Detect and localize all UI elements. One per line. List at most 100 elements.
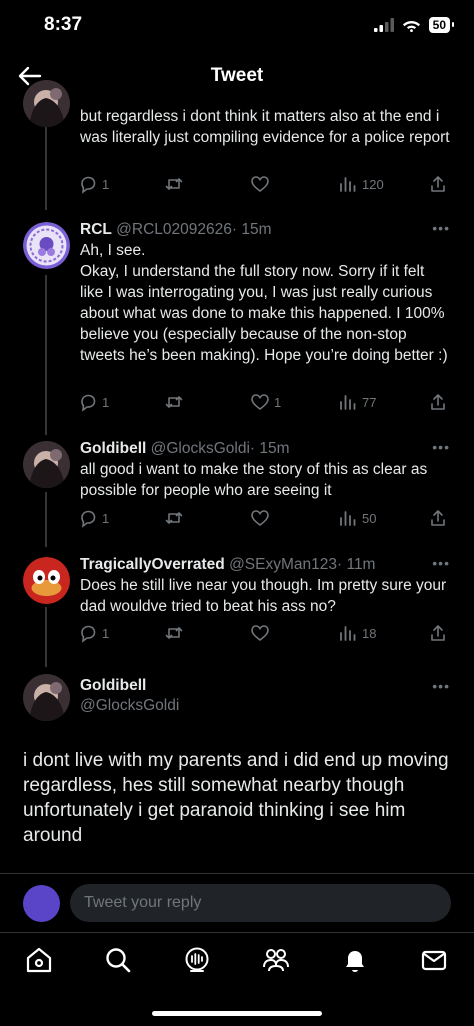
- heart-icon: [251, 176, 269, 193]
- reply-count: 1: [102, 394, 110, 410]
- views-button[interactable]: 18: [338, 623, 376, 643]
- tweet-time: · 15m: [249, 440, 290, 457]
- tweet-actions: 1 120: [78, 174, 450, 196]
- like-button[interactable]: [250, 623, 270, 643]
- tweet-text: Does he still live near you though. Im p…: [80, 577, 447, 615]
- views-button[interactable]: 50: [338, 508, 376, 528]
- share-button[interactable]: [428, 392, 448, 412]
- spaces-icon[interactable]: [182, 945, 212, 975]
- tab-bar: [0, 932, 474, 1026]
- tweet-actions: 1 1 77: [78, 392, 450, 414]
- avatar[interactable]: [23, 441, 70, 488]
- share-icon: [431, 176, 445, 192]
- author-name[interactable]: Goldibell: [80, 440, 146, 457]
- reply-button[interactable]: 1: [78, 392, 109, 412]
- header: Tweet: [0, 52, 474, 100]
- like-button[interactable]: [250, 174, 270, 194]
- reply-button[interactable]: 1: [78, 508, 109, 528]
- reply-icon: [81, 394, 96, 412]
- tweet-actions: 1 50: [78, 508, 450, 530]
- views-count: 77: [362, 394, 377, 410]
- reply-icon: [81, 176, 96, 194]
- tweet[interactable]: but regardless i dont think it matters a…: [0, 80, 474, 200]
- reply-count: 1: [102, 176, 110, 192]
- tweet[interactable]: RCL @RCL02092626· 15m Ah, I see. Okay, I…: [0, 218, 474, 418]
- wifi-icon: [402, 21, 420, 32]
- tweet-time: · 15m: [231, 221, 272, 238]
- more-options-button[interactable]: •••: [432, 555, 450, 571]
- views-icon: [340, 511, 356, 526]
- author-handle[interactable]: @SExyMan123: [229, 556, 337, 573]
- reply-button[interactable]: 1: [78, 623, 109, 643]
- more-options-button[interactable]: •••: [432, 678, 450, 694]
- retweet-button[interactable]: [164, 174, 184, 194]
- tweet-text: all good i want to make the story of thi…: [80, 461, 428, 499]
- tweet-actions: 1 18: [78, 623, 450, 645]
- like-button[interactable]: 1: [250, 392, 281, 412]
- signal-icon: [373, 18, 394, 32]
- retweet-button[interactable]: [164, 623, 184, 643]
- share-button[interactable]: [428, 174, 448, 194]
- tweet-text: but regardless i dont think it matters a…: [80, 108, 450, 146]
- tweet[interactable]: TragicallyOverrated @SExyMan123· 11m Doe…: [0, 553, 474, 653]
- views-icon: [340, 626, 356, 641]
- tweet-meta: RCL @RCL02092626· 15m: [80, 220, 450, 240]
- views-button[interactable]: 77: [338, 392, 376, 412]
- communities-icon[interactable]: [261, 945, 291, 975]
- tweet-meta: TragicallyOverrated @SExyMan123· 11m: [80, 555, 450, 575]
- author-name[interactable]: RCL: [80, 221, 112, 238]
- page-title: Tweet: [210, 65, 264, 86]
- share-icon: [431, 625, 445, 641]
- retweet-icon: [165, 396, 183, 408]
- heart-icon: [251, 510, 269, 527]
- tweet-time: · 11m: [337, 556, 376, 573]
- retweet-button[interactable]: [164, 508, 184, 528]
- reply-button[interactable]: 1: [78, 174, 109, 194]
- more-options-button[interactable]: •••: [432, 439, 450, 455]
- avatar[interactable]: [23, 80, 70, 127]
- views-count: 18: [362, 625, 377, 641]
- bell-icon[interactable]: [340, 945, 370, 975]
- tweet-text: Ah, I see. Okay, I understand the full s…: [80, 242, 448, 364]
- mail-icon[interactable]: [419, 945, 449, 975]
- retweet-icon: [165, 178, 183, 190]
- retweet-icon: [165, 512, 183, 524]
- avatar[interactable]: [23, 674, 70, 721]
- author-handle[interactable]: @RCL02092626: [116, 221, 232, 238]
- reply-icon: [81, 510, 96, 528]
- views-count: 50: [362, 510, 377, 526]
- views-button[interactable]: 120: [338, 174, 384, 194]
- author-name[interactable]: Goldibell: [80, 676, 450, 696]
- avatar: [23, 885, 60, 922]
- like-count: 1: [274, 394, 282, 410]
- battery-indicator: 50: [428, 17, 455, 33]
- views-icon: [340, 395, 356, 410]
- heart-icon: [251, 394, 269, 411]
- author-name[interactable]: TragicallyOverrated: [80, 556, 225, 573]
- share-icon: [431, 510, 445, 526]
- views-count: 120: [362, 176, 384, 192]
- status-bar: 8:37 50: [0, 0, 474, 52]
- views-icon: [340, 177, 356, 192]
- author-handle[interactable]: @GlocksGoldi: [80, 696, 450, 716]
- share-button[interactable]: [428, 623, 448, 643]
- reply-input[interactable]: Tweet your reply: [70, 884, 451, 922]
- reply-count: 1: [102, 625, 110, 641]
- retweet-button[interactable]: [164, 392, 184, 412]
- author-handle[interactable]: @GlocksGoldi: [151, 440, 250, 457]
- search-icon[interactable]: [103, 945, 133, 975]
- retweet-icon: [165, 627, 183, 639]
- share-button[interactable]: [428, 508, 448, 528]
- tweet-meta: Goldibell @GlocksGoldi· 15m: [80, 439, 450, 459]
- avatar[interactable]: [23, 222, 70, 269]
- more-options-button[interactable]: •••: [432, 220, 450, 236]
- home-icon[interactable]: [24, 945, 54, 975]
- main-tweet-text: i dont live with my parents and i did en…: [23, 750, 449, 846]
- heart-icon: [251, 625, 269, 642]
- share-icon: [431, 394, 445, 410]
- tweet[interactable]: Goldibell @GlocksGoldi· 15m all good i w…: [0, 437, 474, 537]
- avatar[interactable]: [23, 557, 70, 604]
- reply-count: 1: [102, 510, 110, 526]
- home-indicator: [152, 1011, 322, 1016]
- like-button[interactable]: [250, 508, 270, 528]
